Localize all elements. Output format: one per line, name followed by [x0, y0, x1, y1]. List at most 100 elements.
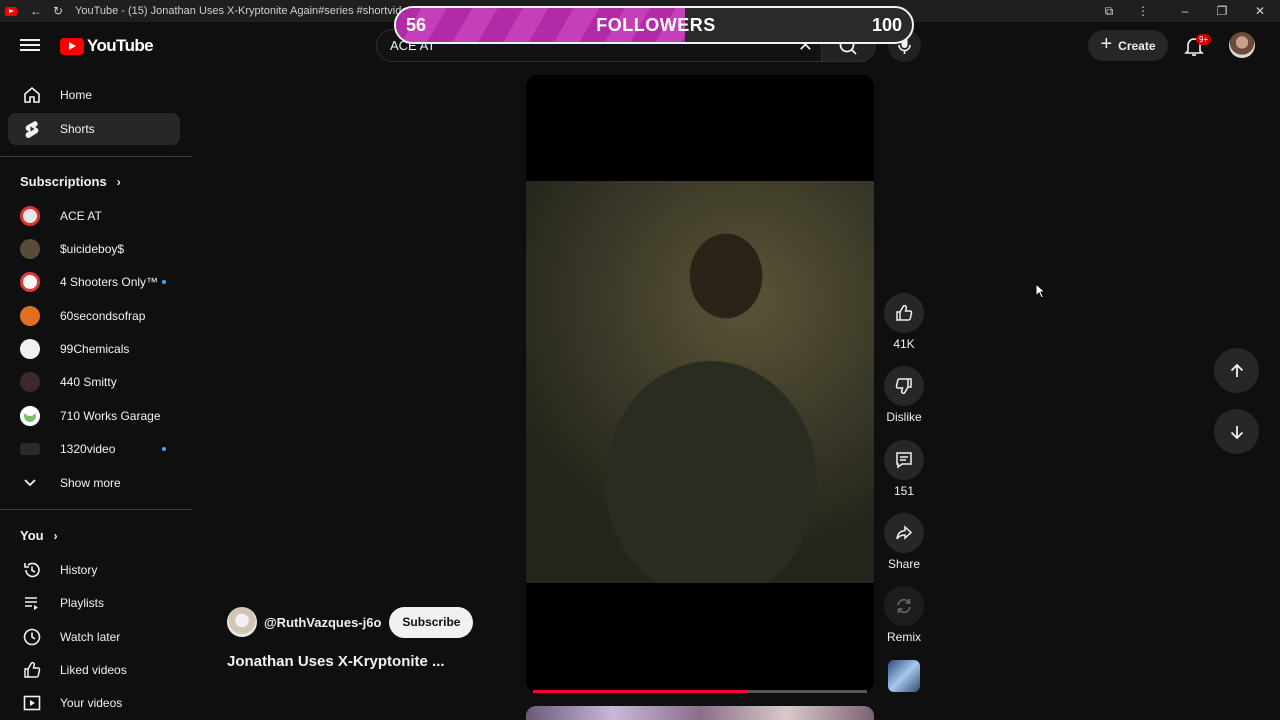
- close-window-icon[interactable]: ✕: [1241, 0, 1279, 22]
- account-avatar[interactable]: [1229, 32, 1255, 58]
- channel-avatar: [20, 239, 40, 259]
- show-more-button[interactable]: Show more: [8, 467, 180, 499]
- subscription-label: 1320video: [60, 442, 116, 456]
- chevron-down-icon: [20, 473, 40, 493]
- liked-videos-icon: [24, 661, 41, 678]
- subscription-label: 4 Shooters Only™: [60, 275, 159, 289]
- tab-title: YouTube - (15) Jonathan Uses X-Kryptonit…: [75, 5, 405, 17]
- youtube-favicon-icon: [5, 6, 17, 16]
- shorts-player[interactable]: [526, 75, 874, 693]
- sidebar-item-history[interactable]: History: [8, 554, 180, 586]
- sidebar-item-watch-later[interactable]: Watch later: [8, 621, 180, 653]
- share-label: Share: [887, 557, 921, 571]
- history-icon: [24, 562, 40, 578]
- sidebar: Home Shorts Subscriptions › ACE AT $uici…: [0, 72, 192, 720]
- channel-avatar: [20, 206, 40, 226]
- dislike-label: Dislike: [886, 410, 922, 424]
- like-action: 41K: [884, 293, 924, 351]
- channel-avatar: [20, 272, 40, 292]
- extensions-icon[interactable]: ⧉: [1090, 0, 1128, 22]
- youtube-logo[interactable]: YouTube: [60, 36, 154, 56]
- sidebar-item-shorts[interactable]: Shorts: [8, 113, 180, 145]
- subscription-item[interactable]: 710 Works Garage: [8, 400, 180, 432]
- video-progress-fill: [533, 690, 747, 693]
- subscription-label: 99Chemicals: [60, 342, 130, 356]
- youtube-play-icon: [60, 37, 84, 55]
- comments-button[interactable]: [884, 440, 924, 480]
- create-button[interactable]: + Create: [1088, 30, 1168, 61]
- remix-action: Remix: [884, 586, 924, 644]
- dislike-button[interactable]: [884, 366, 924, 406]
- comment-count: 151: [893, 484, 915, 498]
- share-button[interactable]: [884, 513, 924, 553]
- sidebar-item-home[interactable]: Home: [8, 79, 180, 111]
- subscription-item[interactable]: 440 Smitty: [8, 366, 180, 398]
- subscription-item[interactable]: $uicideboy$: [8, 233, 180, 265]
- chevron-right-icon: ›: [53, 528, 58, 543]
- new-content-dot: [162, 447, 166, 451]
- subscription-item[interactable]: 99Chemicals: [8, 333, 180, 365]
- back-icon[interactable]: ←: [25, 4, 47, 18]
- sound-thumbnail[interactable]: [888, 660, 920, 692]
- subscription-item[interactable]: 1320video: [8, 433, 180, 465]
- notification-badge: 9+: [1196, 34, 1212, 45]
- menu-icon[interactable]: [20, 36, 40, 54]
- restore-icon[interactable]: ❐: [1203, 0, 1241, 22]
- channel-avatar: [20, 406, 40, 426]
- short-title[interactable]: Jonathan Uses X-Kryptonite ...: [227, 653, 445, 670]
- share-icon: [896, 525, 913, 540]
- like-button[interactable]: [884, 293, 924, 333]
- divider: [0, 156, 192, 157]
- reload-icon[interactable]: ↻: [47, 4, 69, 18]
- subscriptions-header-label: Subscriptions: [20, 174, 107, 189]
- you-header[interactable]: You ›: [20, 528, 58, 543]
- mouse-cursor-icon: [1035, 283, 1047, 299]
- show-more-label: Show more: [60, 476, 121, 490]
- minimize-icon[interactable]: –: [1166, 0, 1204, 22]
- comments-action: 151: [884, 440, 924, 498]
- logo-text: YouTube: [87, 36, 154, 55]
- playlists-icon: [25, 597, 38, 610]
- channel-name[interactable]: @RuthVazques-j6o: [264, 615, 381, 630]
- remix-button[interactable]: [884, 586, 924, 626]
- channel-avatar: [20, 339, 40, 359]
- video-frame: [526, 181, 874, 583]
- home-icon: [24, 86, 40, 103]
- subscription-item[interactable]: 4 Shooters Only™: [8, 266, 180, 298]
- watch-later-icon: [23, 628, 41, 646]
- followers-goal: 100: [871, 15, 902, 35]
- channel-avatar: [20, 306, 40, 326]
- comment-icon: [896, 452, 912, 469]
- subscriptions-header[interactable]: Subscriptions ›: [20, 174, 121, 189]
- thumbs-up-icon: [896, 304, 913, 321]
- sidebar-item-your-videos[interactable]: Your videos: [8, 687, 180, 719]
- remix-label: Remix: [886, 630, 921, 644]
- channel-avatar: [20, 443, 40, 455]
- browser-menu-icon[interactable]: ⋮: [1124, 0, 1162, 22]
- channel-row: @RuthVazques-j6o Subscribe: [227, 606, 474, 638]
- remix-icon: [897, 599, 911, 613]
- subscribe-button[interactable]: Subscribe: [389, 606, 474, 638]
- sidebar-item-label: Home: [60, 88, 93, 102]
- sidebar-item-liked-videos[interactable]: Liked videos: [8, 654, 180, 686]
- new-content-dot: [162, 280, 166, 284]
- thumbs-down-icon: [895, 378, 912, 395]
- next-short-preview[interactable]: [526, 706, 874, 720]
- channel-avatar[interactable]: [227, 607, 257, 637]
- sidebar-item-label: Shorts: [60, 122, 95, 136]
- followers-label: FOLLOWERS: [596, 15, 716, 35]
- arrow-up-icon: [1230, 363, 1243, 377]
- subscription-item[interactable]: ACE AT: [8, 200, 180, 232]
- you-header-label: You: [20, 528, 44, 543]
- subscription-label: 440 Smitty: [60, 375, 117, 389]
- dislike-action: Dislike: [884, 366, 924, 424]
- subscription-item[interactable]: 60secondsofrap: [8, 300, 180, 332]
- next-short-button[interactable]: [1214, 409, 1259, 454]
- subscription-label: $uicideboy$: [60, 242, 125, 256]
- like-count: 41K: [893, 337, 915, 351]
- plus-icon: +: [1100, 33, 1113, 55]
- sidebar-item-label: Liked videos: [60, 663, 127, 677]
- previous-short-button[interactable]: [1214, 348, 1259, 393]
- share-action: Share: [884, 513, 924, 571]
- sidebar-item-playlists[interactable]: Playlists: [8, 587, 180, 619]
